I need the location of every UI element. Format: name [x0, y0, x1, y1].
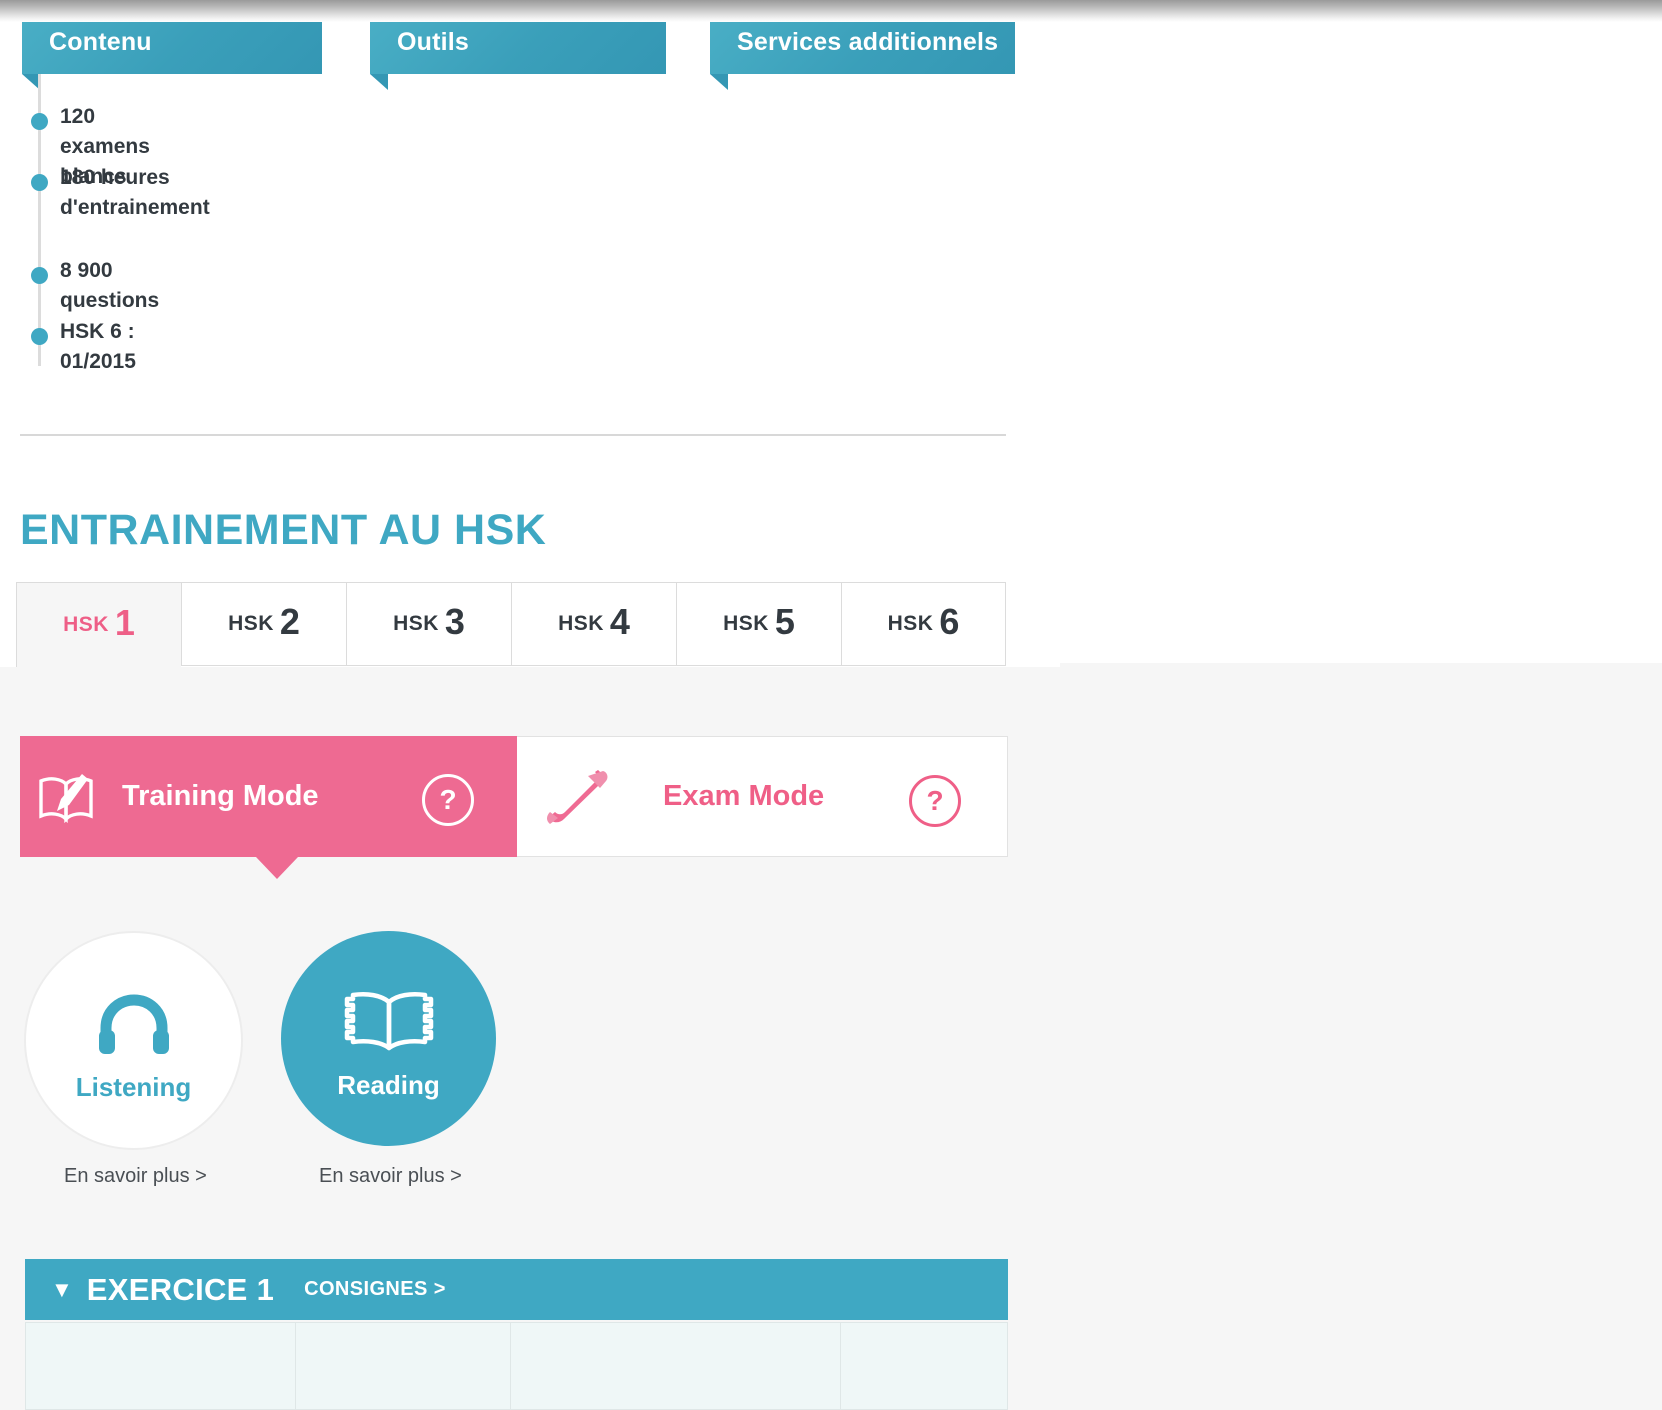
training-mode-button[interactable]: Training Mode ? — [20, 736, 517, 857]
tab-hsk-3[interactable]: HSK 3 — [346, 582, 511, 666]
timeline-item-label: 8 900 questions — [60, 259, 160, 312]
table-cell — [26, 1323, 296, 1409]
skill-label: Listening — [75, 1072, 192, 1102]
tab-label: HSK — [723, 612, 769, 635]
timeline-item-label: 180 heures d'entrainement — [60, 166, 210, 219]
help-icon-training[interactable]: ? — [422, 774, 474, 826]
feature-tab-label: Outils — [397, 27, 470, 56]
exam-mode-button[interactable]: Exam Mode ? — [517, 736, 1008, 857]
tab-level-number: 1 — [114, 602, 135, 643]
tab-label: HSK — [887, 612, 934, 635]
tab-level-number: 6 — [939, 601, 960, 642]
headphones-icon — [96, 978, 172, 1056]
tab-tail-shape — [710, 74, 728, 90]
hsk-level-tab-bar: HSK 1 HSK 2 HSK 3 HSK 4 HSK 5 HSK 6 — [16, 582, 1008, 668]
tab-hsk-1[interactable]: HSK 1 — [16, 582, 181, 668]
help-icon-exam[interactable]: ? — [909, 775, 961, 827]
chevron-down-icon[interactable]: ▼ — [51, 1278, 73, 1301]
tab-hsk-4[interactable]: HSK 4 — [511, 582, 676, 666]
reading-more-link[interactable]: En savoir plus > — [319, 1165, 462, 1188]
active-mode-caret — [256, 857, 298, 879]
tab-label: HSK — [558, 612, 604, 635]
listening-more-link[interactable]: En savoir plus > — [64, 1165, 207, 1188]
exam-mode-label: Exam Mode — [663, 780, 825, 812]
book-pen-icon — [20, 767, 112, 827]
tab-level-number: 2 — [279, 601, 300, 642]
table-cell — [841, 1323, 1007, 1409]
feature-tab-label: Contenu — [49, 27, 152, 56]
exercise-table — [25, 1322, 1008, 1410]
mode-switch: Training Mode ? Exam Mode ? — [20, 736, 1008, 857]
training-mode-label: Training Mode — [122, 780, 319, 812]
exercise-consignes-link[interactable]: CONSIGNES > — [304, 1278, 446, 1301]
timeline-item-label: HSK 6 : 01/2015 — [60, 320, 136, 373]
table-cell — [511, 1323, 841, 1409]
tab-hsk-6[interactable]: HSK 6 — [841, 582, 1006, 666]
tab-label: HSK — [228, 612, 274, 635]
exercise-title: EXERCICE 1 — [86, 1271, 275, 1307]
timeline-dot-icon — [31, 267, 48, 284]
section-divider — [20, 434, 1006, 436]
timeline-dot-icon — [31, 328, 48, 345]
page-title: ENTRAINEMENT AU HSK — [20, 505, 547, 554]
tab-level-number: 3 — [444, 601, 465, 642]
feature-tab-services-additionnels[interactable]: Services additionnels — [710, 10, 1015, 90]
timeline-dot-icon — [31, 174, 48, 191]
table-cell — [296, 1323, 511, 1409]
tab-label: HSK — [393, 612, 439, 635]
tab-label: HSK — [63, 613, 109, 636]
timeline-dot-icon — [31, 113, 48, 130]
feature-tab-outils[interactable]: Outils — [370, 10, 666, 90]
exercise-header-bar[interactable]: ▼ EXERCICE 1 CONSIGNES > — [25, 1259, 1008, 1320]
open-book-icon — [343, 976, 435, 1054]
tab-hsk-5[interactable]: HSK 5 — [676, 582, 841, 666]
skill-listening-button[interactable]: Listening — [24, 931, 243, 1150]
right-sidebar: 7 jours offert pour chaque parrainage ! … — [1060, 0, 1662, 1410]
main-content-column: Contenu Outils Services additionnels 120… — [0, 0, 1060, 1410]
content-timeline-list: 120 examens blancs 180 heures d'entraine… — [22, 74, 442, 374]
diploma-scroll-icon — [517, 766, 637, 828]
feature-tab-contenu[interactable]: Contenu — [22, 10, 322, 90]
tab-hsk-2[interactable]: HSK 2 — [181, 582, 346, 666]
feature-tab-label: Services additionnels — [737, 27, 999, 56]
skill-label: Reading — [337, 1070, 440, 1100]
skill-reading-button[interactable]: Reading — [281, 931, 496, 1146]
tab-level-number: 5 — [774, 601, 795, 642]
tab-level-number: 4 — [609, 601, 630, 642]
